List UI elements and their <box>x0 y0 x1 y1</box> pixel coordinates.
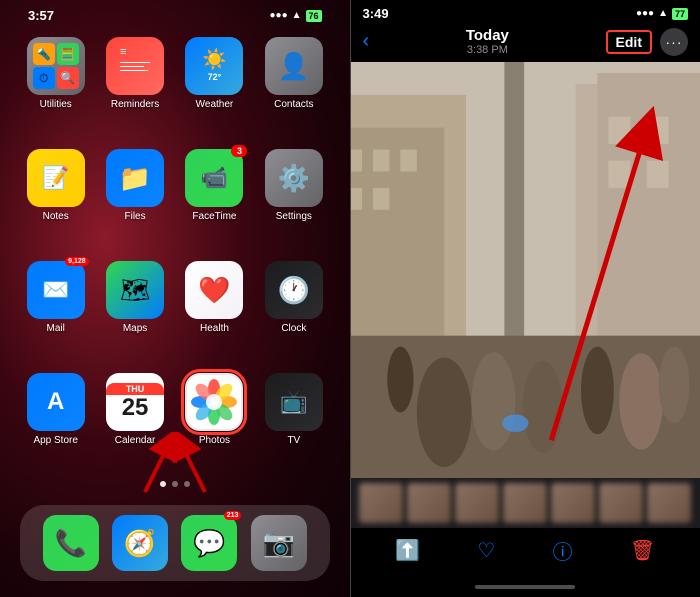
app-photos[interactable]: Photos <box>179 373 250 471</box>
app-reminders[interactable]: ≡ Reminders <box>99 37 170 135</box>
nav-more-button[interactable]: ··· <box>660 28 688 56</box>
strip-thumb-4 <box>503 483 547 523</box>
signal-icon-left: ●●● <box>269 10 287 21</box>
nav-title-group: Today 3:38 PM <box>466 27 509 56</box>
app-label-reminders: Reminders <box>111 99 159 110</box>
photos-icon-svg <box>187 375 241 429</box>
street-photo <box>351 62 700 478</box>
nav-title-text: Today <box>466 27 509 44</box>
dot-2 <box>172 481 178 487</box>
share-button[interactable]: ⬆️ <box>395 538 420 563</box>
app-label-contacts: Contacts <box>274 99 313 110</box>
app-clock[interactable]: 🕐 Clock <box>258 261 329 359</box>
dock-phone[interactable]: 📞 <box>43 515 99 571</box>
badge-facetime: 3 <box>231 145 247 157</box>
dot-1 <box>160 481 166 487</box>
page-dots <box>20 481 330 487</box>
app-utilities[interactable]: 🔦 🧮 ⏱ 🔍 Utilities <box>20 37 91 135</box>
app-maps[interactable]: 🗺 Maps <box>99 261 170 359</box>
battery-left: 76 <box>306 10 322 22</box>
app-label-appstore: App Store <box>33 435 77 446</box>
strip-thumb-3 <box>455 483 499 523</box>
app-files[interactable]: 📁 Files <box>99 149 170 247</box>
strip-thumb-1 <box>359 483 403 523</box>
app-label-files: Files <box>125 211 146 222</box>
time-left: 3:57 <box>28 8 54 23</box>
apps-grid: 🔦 🧮 ⏱ 🔍 Utilities ≡ Reminders <box>20 27 330 481</box>
right-phone: 3:49 ●●● ▲ 77 ‹ Today 3:38 PM Edit ··· <box>351 0 700 597</box>
app-label-calendar: Calendar <box>115 435 156 446</box>
nav-edit-button[interactable]: Edit <box>606 30 652 54</box>
home-indicator <box>351 577 700 597</box>
left-phone: 3:57 ●●● ▲ 76 🔦 🧮 ⏱ 🔍 Utilities <box>0 0 350 597</box>
app-notes[interactable]: 📝 Notes <box>20 149 91 247</box>
dot-3 <box>184 481 190 487</box>
app-settings[interactable]: ⚙️ Settings <box>258 149 329 247</box>
app-contacts[interactable]: 👤 Contacts <box>258 37 329 135</box>
app-calendar[interactable]: THU 25 Calendar <box>99 373 170 471</box>
battery-right: 77 <box>672 8 688 20</box>
app-label-facetime: FaceTime <box>192 211 236 222</box>
status-icons-right: ●●● ▲ 77 <box>636 8 688 20</box>
status-bar-left: 3:57 ●●● ▲ 76 <box>20 0 330 27</box>
badge-mail: 9,128 <box>65 257 89 266</box>
dock: 📞 🧭 💬 213 📷 <box>20 505 330 581</box>
status-bar-right: 3:49 ●●● ▲ 77 <box>351 0 700 25</box>
home-bar <box>475 585 575 589</box>
app-label-mail: Mail <box>47 323 65 334</box>
photo-main <box>351 62 700 478</box>
strip-thumb-6 <box>599 483 643 523</box>
wifi-icon-right: ▲ <box>658 8 668 19</box>
nav-back-button[interactable]: ‹ <box>363 30 370 53</box>
wifi-icon-left: ▲ <box>292 10 302 21</box>
bottom-toolbar: ⬆️ ♡ ⓘ 🗑 <box>351 528 700 577</box>
app-label-health: Health <box>200 323 229 334</box>
app-appstore[interactable]: A App Store <box>20 373 91 471</box>
strip-thumb-7 <box>647 483 691 523</box>
app-mail[interactable]: ✉️ 9,128 Mail <box>20 261 91 359</box>
nav-bar: ‹ Today 3:38 PM Edit ··· <box>351 25 700 62</box>
app-label-photos: Photos <box>199 435 230 446</box>
strip-thumb-2 <box>407 483 451 523</box>
dock-messages[interactable]: 💬 213 <box>181 515 237 571</box>
dock-camera[interactable]: 📷 <box>251 515 307 571</box>
heart-button[interactable]: ♡ <box>477 538 495 563</box>
app-label-notes: Notes <box>43 211 69 222</box>
app-label-utilities: Utilities <box>40 99 72 110</box>
dock-safari[interactable]: 🧭 <box>112 515 168 571</box>
app-facetime[interactable]: 📹 3 FaceTime <box>179 149 250 247</box>
time-right: 3:49 <box>363 6 389 21</box>
app-label-tv: TV <box>287 435 300 446</box>
cal-day: THU <box>106 383 164 395</box>
signal-icon-right: ●●● <box>636 8 654 19</box>
app-weather[interactable]: ☀️ 72° Weather <box>179 37 250 135</box>
cal-date: 25 <box>122 395 149 421</box>
badge-messages: 213 <box>224 511 242 520</box>
strip-thumb-5 <box>551 483 595 523</box>
status-icons-left: ●●● ▲ 76 <box>269 10 321 22</box>
app-tv[interactable]: 📺 TV <box>258 373 329 471</box>
more-icon: ··· <box>666 34 683 50</box>
app-label-weather: Weather <box>196 99 234 110</box>
street-scene-svg <box>351 62 700 478</box>
nav-subtitle: 3:38 PM <box>466 44 509 56</box>
info-button[interactable]: ⓘ <box>553 536 573 565</box>
app-label-maps: Maps <box>123 323 147 334</box>
app-label-settings: Settings <box>276 211 312 222</box>
app-label-clock: Clock <box>281 323 306 334</box>
photo-strip <box>351 478 700 528</box>
trash-button[interactable]: 🗑 <box>630 538 655 563</box>
nav-right-group: Edit ··· <box>606 28 688 56</box>
app-health[interactable]: ❤️ Health <box>179 261 250 359</box>
